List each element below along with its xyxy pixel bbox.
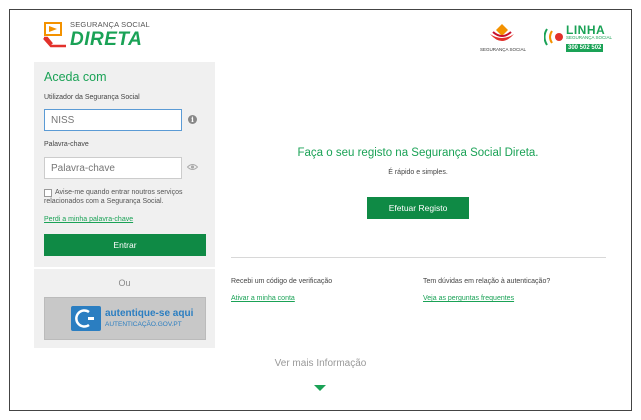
autentique-button[interactable]: autentique-se aqui AUTENTICAÇÃO.GOV.PT — [44, 297, 206, 340]
linha-number: 300 502 502 — [566, 44, 604, 52]
logo-small-text: SEGURANÇA SOCIAL — [70, 20, 150, 29]
autentique-subtitle: AUTENTICAÇÃO.GOV.PT — [105, 321, 182, 328]
login-panel: Aceda com Utilizador da Segurança Social… — [34, 62, 215, 348]
register-subtitle: É rápido e simples. — [388, 169, 448, 176]
panel-divider — [34, 267, 215, 269]
ssd-logo-icon — [43, 22, 66, 48]
chevron-down-icon[interactable] — [314, 385, 326, 391]
autenticacao-gov-icon — [71, 306, 101, 331]
faq-link[interactable]: Veja as perguntas frequentes — [423, 295, 514, 302]
register-button[interactable]: Efetuar Registo — [367, 197, 469, 219]
activate-account-link[interactable]: Ativar a minha conta — [231, 295, 295, 302]
page-frame: SEGURANÇA SOCIAL DIRETA SEGURANÇA SOCIAL… — [9, 9, 632, 411]
forgot-password-link[interactable]: Perdi a minha palavra-chave — [44, 216, 133, 223]
linha-logo[interactable]: LINHA SEGURANÇA SOCIAL 300 502 502 — [544, 22, 614, 58]
logo-big-text: DIRETA — [70, 29, 143, 50]
ss-logo-text: SEGURANÇA SOCIAL — [480, 47, 527, 52]
niss-input[interactable] — [44, 109, 182, 131]
eye-icon[interactable] — [187, 163, 198, 171]
linha-subtitle: SEGURANÇA SOCIAL — [566, 35, 613, 40]
info-icon[interactable]: i — [188, 115, 197, 124]
user-label: Utilizador da Segurança Social — [44, 94, 140, 101]
ss-emblem-icon — [490, 24, 514, 41]
password-input[interactable] — [44, 157, 182, 179]
section-divider — [231, 257, 606, 258]
autentique-title: autentique-se aqui — [105, 308, 194, 319]
password-label: Palavra-chave — [44, 141, 89, 148]
seguranca-social-logo[interactable]: SEGURANÇA SOCIAL — [480, 22, 527, 58]
ssd-logo[interactable]: SEGURANÇA SOCIAL DIRETA — [43, 20, 153, 60]
enter-button[interactable]: Entrar — [44, 234, 206, 256]
or-text: Ou — [118, 278, 131, 288]
register-title: Faça o seu registo na Segurança Social D… — [297, 147, 539, 159]
verification-code-question: Recebi um código de verificação — [231, 278, 333, 285]
auth-doubts-question: Tem dúvidas em relação à autenticação? — [423, 278, 551, 285]
remember-text: Avise-me quando entrar noutros serviços … — [44, 189, 183, 205]
phone-signal-icon — [544, 28, 563, 46]
more-info-link[interactable]: Ver mais Informação — [10, 358, 631, 369]
login-title: Aceda com — [44, 70, 107, 84]
